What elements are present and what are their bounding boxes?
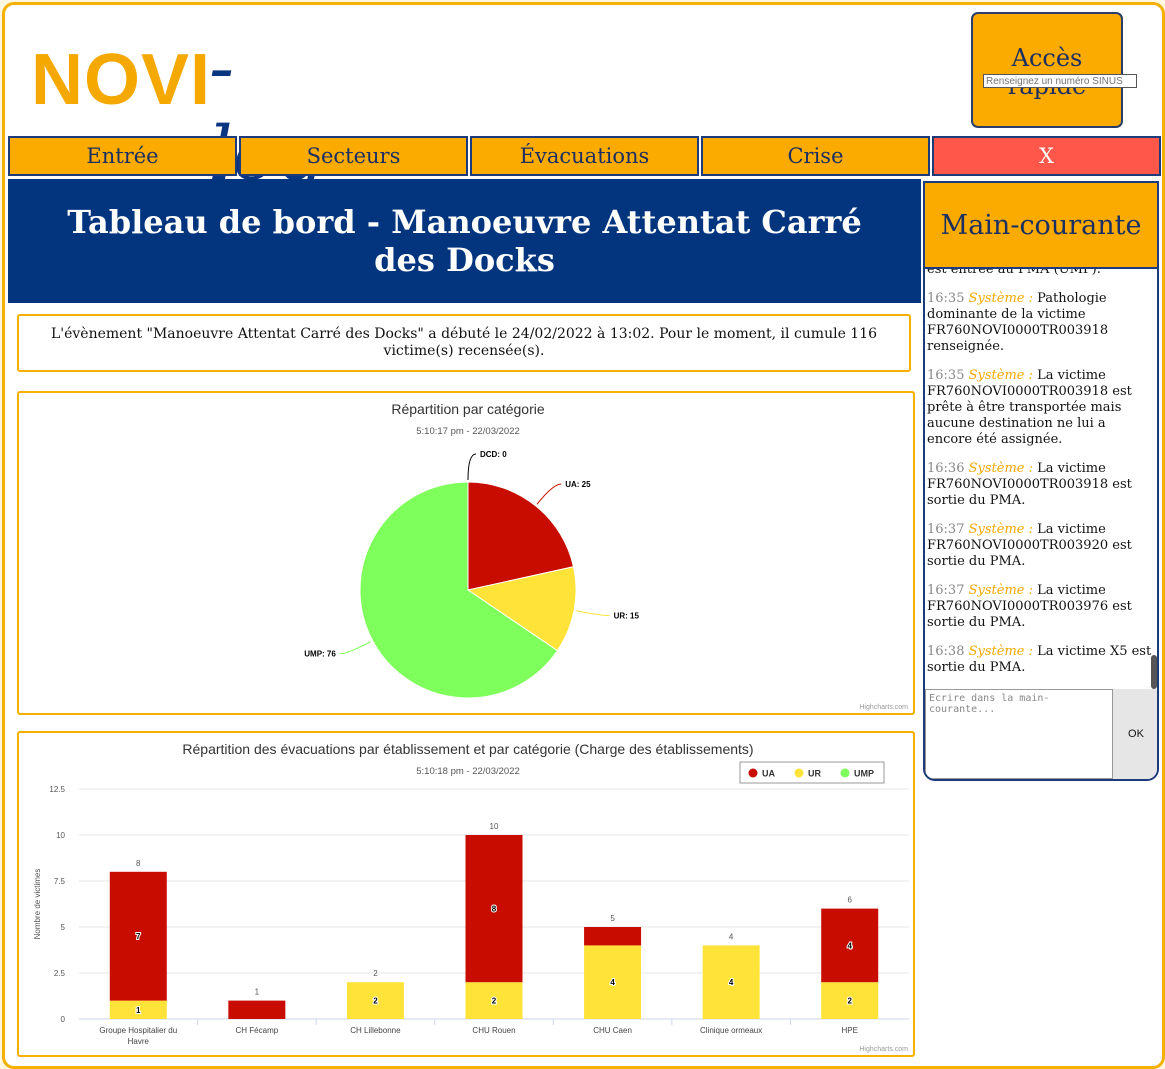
y-tick-label: 0 <box>61 1015 66 1024</box>
bar-segment-ua <box>228 1000 286 1019</box>
nav-evacuations[interactable]: Évacuations <box>470 136 699 176</box>
log-entry-time: 16:37 <box>927 583 969 598</box>
legend-marker-ur <box>794 768 804 778</box>
sinus-search-input[interactable] <box>983 74 1137 88</box>
bar-chart-panel: Répartition des évacuations par établiss… <box>17 731 915 1057</box>
x-tick-label: CH Lillebonne <box>350 1026 401 1035</box>
log-entry-time: 16:36 <box>927 461 969 476</box>
x-tick-label: CH Fécamp <box>236 1026 279 1035</box>
log-entry-source: Système : <box>968 368 1038 383</box>
pie-credits: Highcharts.com <box>859 704 908 711</box>
bar-segment-ua <box>584 927 642 946</box>
bar-data-label: 1 <box>136 1006 141 1015</box>
pie-connector-ur <box>575 610 610 617</box>
main-courante-form: Ecrire dans la main-courante... OK <box>923 689 1159 781</box>
log-entry-source: Système : <box>968 583 1038 598</box>
page-title: Tableau de bord - Manoeuvre Attentat Car… <box>8 179 921 303</box>
log-entries: 16:35 Système : Pathologie dominante de … <box>925 291 1157 676</box>
y-tick-label: 7.5 <box>54 877 66 886</box>
x-tick-label: CHU Rouen <box>472 1026 515 1035</box>
bar-title: Répartition des évacuations par établiss… <box>182 741 753 757</box>
log-entry: 16:35 Système : Pathologie dominante de … <box>925 291 1157 355</box>
bar-subtitle: 5:10:18 pm - 22/03/2022 <box>416 766 520 777</box>
log-entry-partial: est entrée au PMA (UMP). <box>927 269 1101 277</box>
bar-data-label: 4 <box>729 978 734 987</box>
log-entry: 16:37 Système : La victime FR760NOVI0000… <box>925 522 1157 570</box>
bar-data-label: 4 <box>610 978 615 987</box>
quick-access-title: Accès rapide <box>1008 44 1086 100</box>
nav-secteurs[interactable]: Secteurs <box>239 136 468 176</box>
pie-label-ur: UR: 15 <box>614 612 640 621</box>
legend-label-ump: UMP <box>854 769 874 779</box>
log-entry-source: Système : <box>968 644 1038 659</box>
log-entry-time: 16:38 <box>927 644 969 659</box>
ok-button[interactable]: OK <box>1113 689 1157 779</box>
pie-label-dcd: DCD: 0 <box>480 450 507 459</box>
log-entry-time: 16:37 <box>927 522 969 537</box>
bar-data-label: 2 <box>847 997 852 1006</box>
bar-data-label: 2 <box>492 997 497 1006</box>
quick-access-panel: Accès rapide <box>971 12 1137 128</box>
event-summary: L'évènement "Manoeuvre Attentat Carré de… <box>17 314 911 372</box>
pie-label-ua: UA: 25 <box>565 480 591 489</box>
x-tick-label: Havre <box>128 1037 150 1046</box>
x-tick-label: Groupe Hospitalier du <box>99 1026 177 1035</box>
bar-legend: UA UR UMP <box>739 761 885 784</box>
main-courante-input[interactable]: Ecrire dans la main-courante... <box>925 689 1113 779</box>
bar-total-label: 6 <box>847 896 852 905</box>
pie-connector-dcd <box>467 453 477 481</box>
pie-connector-ump <box>339 641 372 655</box>
pie-label-ump: UMP: 76 <box>304 650 336 659</box>
bar-total-label: 8 <box>136 859 141 868</box>
pie-title: Répartition par catégorie <box>391 401 545 417</box>
y-tick-label: 10 <box>56 831 65 840</box>
y-tick-label: 12.5 <box>49 785 65 794</box>
nav-crise[interactable]: Crise <box>701 136 930 176</box>
bar-total-label: 10 <box>490 822 499 831</box>
bar-data-label: 7 <box>136 932 141 941</box>
app-frame: NOVI -log Accès rapide Entrée Secteurs É… <box>2 2 1165 1069</box>
y-axis-label: Nombre de victimes <box>33 869 42 940</box>
bar-data-label: 4 <box>847 941 852 950</box>
log-entry-time: 16:35 <box>927 291 969 306</box>
main-courante-log[interactable]: est entrée au PMA (UMP). 16:35 Système :… <box>923 269 1159 689</box>
legend-label-ur: UR <box>808 769 821 779</box>
nav-entree[interactable]: Entrée <box>8 136 237 176</box>
pie-chart-panel: Répartition par catégorie 5:10:17 pm - 22… <box>17 391 915 715</box>
main-nav: Entrée Secteurs Évacuations Crise X <box>8 136 1161 180</box>
log-scrollbar[interactable] <box>1151 655 1157 689</box>
pie-chart: Répartition par catégorie 5:10:17 pm - 22… <box>304 401 908 711</box>
bar-credits: Highcharts.com <box>859 1046 908 1053</box>
pie-subtitle: 5:10:17 pm - 22/03/2022 <box>416 426 520 437</box>
legend-marker-ump <box>840 768 850 778</box>
legend-label-ua: UA <box>762 769 775 779</box>
bar-total-label: 2 <box>373 969 378 978</box>
y-tick-label: 5 <box>61 923 66 932</box>
legend-marker-ua <box>748 768 758 778</box>
bar-chart: Répartition des évacuations par établiss… <box>33 741 909 1053</box>
bar-data-label: 8 <box>492 905 497 914</box>
close-button[interactable]: X <box>932 136 1161 176</box>
main-courante-title: Main-courante <box>923 181 1159 269</box>
log-entry: 16:36 Système : La victime FR760NOVI0000… <box>925 461 1157 509</box>
bar-total-label: 1 <box>255 988 260 997</box>
bar-data-label: 2 <box>373 997 378 1006</box>
log-entry: 16:35 Système : La victime FR760NOVI0000… <box>925 368 1157 448</box>
log-entry-time: 16:35 <box>927 368 969 383</box>
bar-total-label: 5 <box>610 914 615 923</box>
log-entry-source: Système : <box>968 461 1038 476</box>
y-tick-label: 2.5 <box>54 969 66 978</box>
bar-total-label: 4 <box>729 932 734 941</box>
logo-brand: NOVI <box>31 40 212 120</box>
log-entry-source: Système : <box>968 522 1038 537</box>
log-entry: 16:37 Système : La victime FR760NOVI0000… <box>925 583 1157 631</box>
x-tick-label: Clinique ormeaux <box>700 1026 762 1035</box>
x-tick-label: CHU Caen <box>593 1026 632 1035</box>
pie-connector-ua <box>536 483 562 505</box>
log-entry: 16:38 Système : La victime X5 est sortie… <box>925 644 1157 676</box>
x-tick-label: HPE <box>841 1026 857 1035</box>
log-entry-source: Système : <box>968 291 1038 306</box>
